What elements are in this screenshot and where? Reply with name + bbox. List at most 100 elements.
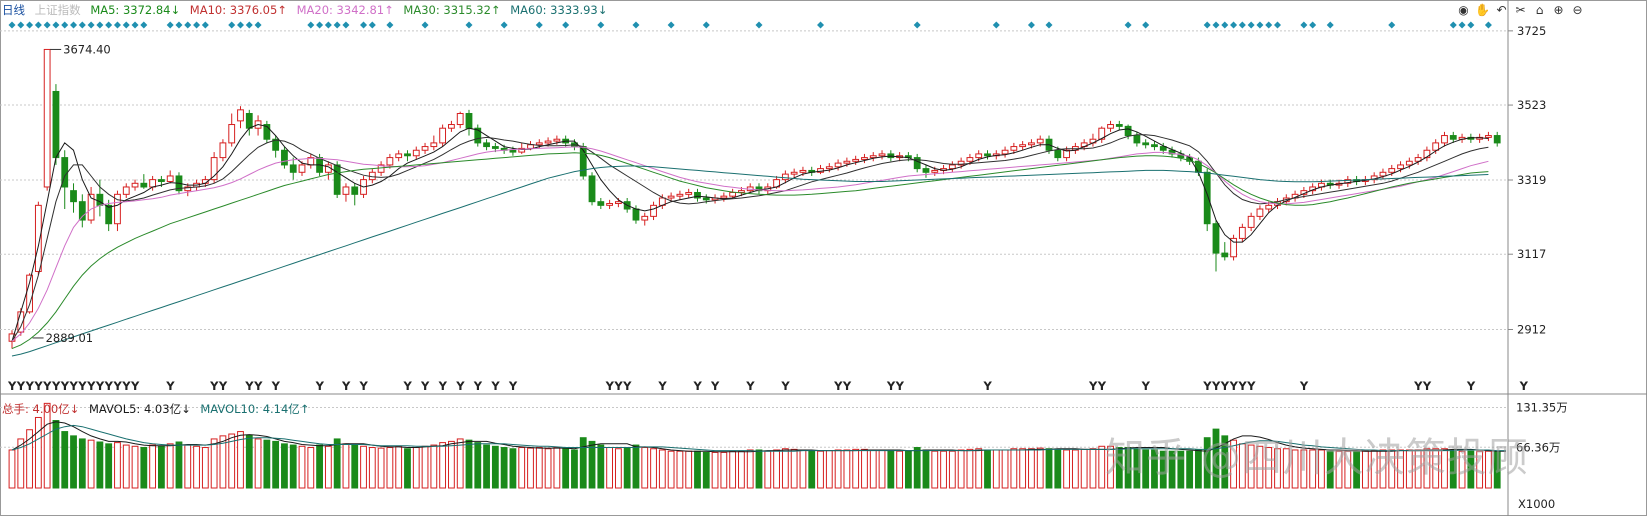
signal-diamond: [1203, 21, 1211, 29]
signal-y-label: Y: [692, 379, 702, 393]
candle-body: [351, 186, 359, 195]
volume-bar: [711, 451, 719, 489]
signal-diamond: [228, 21, 236, 29]
ma-line-ma5: [11, 123, 1489, 342]
signal-y-label: Y: [780, 379, 790, 393]
signal-y-label: Y: [51, 379, 61, 393]
volume-bar: [764, 450, 772, 489]
volume-bar: [702, 451, 710, 489]
signal-y-label: Y: [1466, 379, 1476, 393]
volume-bar: [878, 449, 886, 489]
volume-bar: [817, 450, 824, 489]
signal-y-label: Y: [69, 379, 79, 393]
candle-body: [43, 48, 51, 188]
candle-body: [1247, 215, 1255, 228]
signal-diamond: [1124, 21, 1132, 29]
volume-bar: [571, 449, 578, 489]
candle-body: [166, 175, 174, 182]
candle-body: [289, 164, 297, 173]
volume-bar: [87, 439, 95, 489]
candle-body: [342, 186, 350, 195]
volume-bar: [808, 450, 816, 489]
candle-body: [395, 153, 403, 159]
signal-diamond: [1484, 21, 1492, 29]
candle-body: [694, 191, 701, 199]
volume-bars: [8, 402, 1501, 489]
volume-bar: [1010, 448, 1018, 489]
signal-y-label: Y: [112, 379, 122, 393]
candle-body: [641, 215, 649, 221]
volume-bar: [395, 445, 403, 489]
volume-bar: [96, 441, 104, 489]
signal-y-label: Y: [7, 379, 17, 393]
candle-body: [861, 157, 868, 160]
undo-icon[interactable]: ↶: [1494, 3, 1509, 18]
signal-diamond: [992, 21, 1000, 29]
candle-body: [219, 142, 227, 159]
volume-bar: [1458, 450, 1466, 489]
scissors-icon[interactable]: ✂: [1513, 3, 1528, 18]
signal-y-label: Y: [121, 379, 131, 393]
zoom-out-icon[interactable]: ⊖: [1570, 3, 1585, 18]
volume-bar: [913, 447, 921, 489]
signal-y-label: Y: [95, 379, 105, 393]
candle-body: [852, 158, 860, 162]
volume-multiplier-label: X1000: [1518, 497, 1555, 511]
eye-icon[interactable]: ◉: [1456, 3, 1471, 18]
candle-body: [140, 182, 148, 188]
signal-y-label: Y: [438, 379, 448, 393]
signal-y-label: Y: [490, 379, 500, 393]
ma-line-ma60: [11, 165, 1489, 357]
candle-body: [509, 149, 517, 153]
signal-diamond: [817, 21, 825, 29]
signal-y-label: Y: [622, 379, 632, 393]
lock-icon[interactable]: ⌂: [1532, 3, 1547, 18]
candle-body: [1221, 252, 1229, 258]
signal-diamond: [8, 21, 16, 29]
stock-chart[interactable]: 3725 3523 3319 3117 2912 131.35万 66.36万 X1000 36…: [0, 0, 1647, 516]
ma-line-ma20: [11, 146, 1489, 342]
volume-bar: [1344, 450, 1352, 489]
zoom-in-icon[interactable]: ⊕: [1551, 3, 1566, 18]
candle-body: [1256, 208, 1264, 217]
signal-diamond: [632, 21, 640, 29]
volume-bar: [404, 448, 411, 489]
ma10-label: MA10: 3376.05↑: [189, 3, 287, 17]
volume-bar: [386, 447, 394, 489]
volume-bar: [1405, 449, 1413, 489]
candle-body: [1019, 144, 1027, 148]
hand-icon[interactable]: ✋: [1475, 3, 1490, 18]
volume-bar: [1309, 449, 1317, 489]
signal-diamond: [500, 21, 508, 29]
volume-bar: [184, 444, 192, 489]
mavol5-label: MAVOL5: 4.03亿↓: [88, 402, 191, 416]
candle-body: [843, 160, 851, 164]
signal-y-label: Y: [16, 379, 26, 393]
signal-y-label: Y: [1220, 379, 1230, 393]
signal-y-label: Y: [25, 379, 35, 393]
volume-bar: [509, 448, 517, 489]
signal-y-label: Y: [104, 379, 114, 393]
signal-diamond: [667, 21, 675, 29]
candle-body: [1441, 135, 1448, 144]
candle-body: [465, 113, 473, 129]
signal-diamond: [1326, 21, 1334, 29]
volume-bar: [1423, 448, 1431, 489]
volume-bar: [324, 445, 332, 489]
signal-y-label: Y: [420, 379, 430, 393]
volume-bar: [535, 447, 543, 489]
signal-diamond: [166, 21, 174, 29]
volume-bar: [1353, 450, 1361, 489]
volume-bar: [588, 440, 596, 489]
volume-bar: [641, 447, 649, 489]
candle-body: [70, 190, 77, 203]
signal-diamond: [360, 21, 368, 29]
candle-body: [1485, 135, 1492, 138]
signal-diamond: [52, 21, 60, 29]
volume-bar: [439, 442, 447, 489]
volume-bar: [685, 450, 693, 489]
volume-bar: [500, 447, 508, 489]
candle-body: [96, 193, 104, 206]
volume-bar: [861, 448, 868, 489]
signal-y-label: Y: [982, 379, 992, 393]
